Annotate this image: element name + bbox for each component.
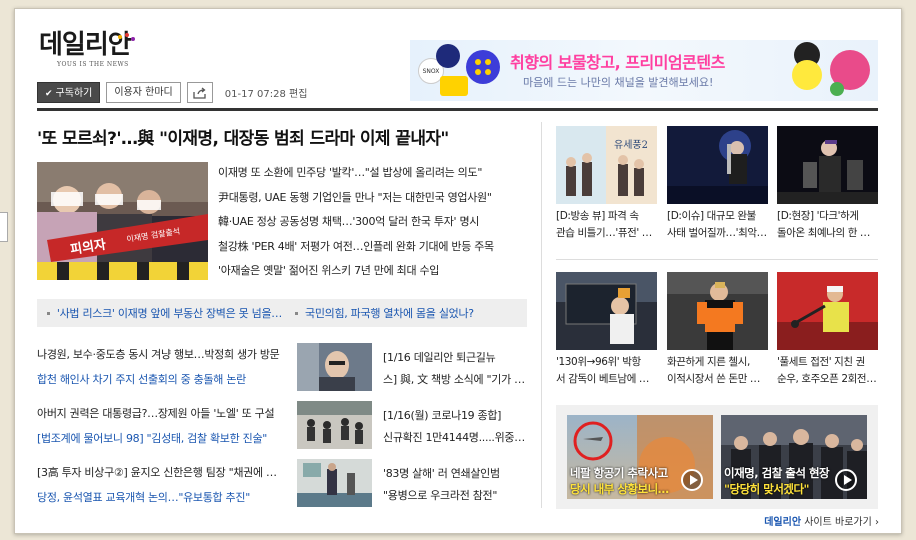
video-item[interactable]: 네팔 항공기 추락사고 당시 내부 상황보니…: [567, 415, 713, 499]
hot-news-bar: '사법 리스크' 이재명 앞에 부동산 장벽은 못 넘을 장벽 국민의힘, 파국…: [37, 299, 527, 327]
card-image: 유세풍2: [556, 126, 657, 204]
side-tab-handle[interactable]: [0, 212, 8, 242]
video-item[interactable]: 이재명, 검찰 출석 현장 "당당히 맞서겠다": [721, 415, 867, 499]
card-caption: [D:방송 뷰] 파격 속 관습 비틀기…'퓨전' 사극: [556, 210, 657, 239]
thumb-news-line: 신규확진 1만4144명.....위중증 감소: [383, 431, 529, 444]
video-news-box: 네팔 항공기 추락사고 당시 내부 상황보니… 이재명, 검찰 출석 현장 "당당히…: [556, 405, 878, 509]
banner-logo-carrot-icon: [792, 60, 822, 90]
news-list-item[interactable]: 아버지 권력은 대통령급?…장제원 아들 '노엘' 또 구설: [37, 405, 282, 421]
datetime-text: 01-17 07:28: [224, 89, 286, 100]
lead-news-item[interactable]: '아재술은 옛말' 젊어진 위스키 7년 만에 최대 수입: [218, 259, 528, 284]
ad-banner[interactable]: SNOX 취향의 보물창고, 프리미엄콘텐츠 마음에 드는 나만의 채널을 발견…: [410, 40, 878, 101]
play-icon[interactable]: [835, 469, 857, 491]
hot-news-text: '사법 리스크' 이재명 앞에 부동산 장벽은 못 넘을 장벽: [56, 307, 285, 320]
card-image: [667, 272, 768, 350]
news-list-item[interactable]: 합천 해인사 차기 주지 선출회의 중 충돌해 논란: [37, 371, 282, 387]
banner-logo-grid-icon: [466, 50, 500, 84]
entertainment-card[interactable]: [D:현장] '다크'하게 돌아온 최예나의 한 마디: [777, 126, 878, 242]
lead-news-item[interactable]: 이재명 또 소환에 민주당 '발칵'…"설 밥상에 올리려는 의도": [218, 161, 528, 186]
sports-card[interactable]: '풀세트 접전' 지친 권 순우, 호주오픈 2회전 진출: [777, 272, 878, 388]
footer-link-text: 사이트 바로가기 ›: [804, 517, 879, 528]
page-window: 데일리안 YOUS IS THE NEWS ✔ 구독하기 이용자 한마디 01-1…: [14, 8, 902, 534]
thumb-image[interactable]: [297, 459, 372, 507]
thumb-image[interactable]: [297, 401, 372, 449]
thumb-news-text[interactable]: '83명 살해' 러 연쇄살인범 "용병으로 우크라전 참전": [383, 463, 529, 507]
card-image: [777, 272, 878, 350]
thumb-news-line: [1/16 데일리안 퇴근길뉴: [383, 351, 496, 364]
news-list-item[interactable]: 당정, 윤석열표 교육개혁 논의…"유보통합 추진": [37, 489, 282, 505]
check-icon: ✔: [45, 89, 53, 99]
banner-logo-magazine-icon: [436, 44, 460, 68]
share-button[interactable]: [186, 82, 213, 103]
footer-brand: 데일리안: [764, 517, 802, 528]
thumb-news-line: '83명 살해' 러 연쇄살인범: [383, 467, 500, 480]
sports-card[interactable]: '130위→96위' 박항서 감독이 베트남에 남긴 것: [556, 272, 657, 388]
site-shortcut-link[interactable]: 데일리안 사이트 바로가기 ›: [764, 513, 879, 528]
svg-text:유세풍2: 유세풍2: [614, 139, 648, 151]
subscribe-button[interactable]: ✔ 구독하기: [37, 82, 101, 103]
banner-logo-green-icon: [830, 82, 844, 96]
card-image: [777, 126, 878, 204]
main-headline[interactable]: '또 모르쇠?'…與 "이재명, 대장동 범죄 드라마 이제 끝내자": [37, 124, 449, 149]
subscribe-label: 구독하기: [55, 88, 93, 99]
news-list-item[interactable]: [3高 투자 비상구②] 윤지오 신한은행 팀장 "채권에 주목": [37, 464, 282, 480]
thumb-image[interactable]: [297, 343, 372, 391]
card-caption: 화끈하게 지른 첼시, 이적시장서 쓴 돈만 얼마?: [667, 356, 768, 385]
card-caption: '130위→96위' 박항서 감독이 베트남에 남긴 것: [556, 356, 657, 385]
update-time: 01-17 07:28 편집: [225, 85, 308, 100]
play-icon[interactable]: [681, 469, 703, 491]
banner-title: 취향의 보물창고, 프리미엄콘텐츠: [510, 53, 725, 72]
sports-card[interactable]: 화끈하게 지른 첼시, 이적시장서 쓴 돈만 얼마?: [667, 272, 768, 388]
thumb-news-line: 스] 與, 文 책방 소식에 "기가 찬다": [383, 373, 529, 386]
news-list-item[interactable]: 나경원, 보수·중도층 동시 겨냥 행보…박정희 생가 방문: [37, 346, 282, 362]
hot-news-item[interactable]: '사법 리스크' 이재명 앞에 부동산 장벽은 못 넘을 장벽: [37, 305, 285, 321]
logo-tagline: YOUS IS THE NEWS: [57, 61, 129, 68]
bullet-icon: [295, 311, 298, 315]
feedback-button[interactable]: 이용자 한마디: [106, 82, 181, 103]
right-section-divider: [556, 259, 878, 260]
card-caption: '풀세트 접전' 지친 권 순우, 호주오픈 2회전 진출: [777, 356, 878, 385]
card-image: [667, 126, 768, 204]
lead-news-item[interactable]: 철강株 'PER 4배' 저평가 여전…인플레 완화 기대에 반등 주목: [218, 235, 528, 260]
site-logo[interactable]: 데일리안 YOUS IS THE NEWS: [39, 30, 135, 68]
lead-news-item[interactable]: 韓·UAE 정상 공동성명 채택…'300억 달러 한국 투자' 명시: [218, 210, 528, 235]
card-caption: [D:이슈] 대규모 완불사태 벌어질까…'최악의 상황': [667, 210, 768, 239]
bullet-icon: [47, 311, 50, 315]
banner-logo-yellow-icon: [440, 76, 468, 96]
edit-label: 편집: [289, 89, 308, 100]
lead-news-item[interactable]: 尹대통령, UAE 동행 기업인들 만나 "저는 대한민국 영업사원": [218, 186, 528, 211]
thumb-news-line: [1/16(월) 코로나19 종합]: [383, 409, 502, 422]
entertainment-card[interactable]: 유세풍2 [D:방송 뷰] 파격 속 관습 비틀기…'퓨전' 사극: [556, 126, 657, 242]
thumb-news-text[interactable]: [1/16(월) 코로나19 종합] 신규확진 1만4144명.....위중증 …: [383, 405, 529, 449]
lead-news-image[interactable]: 피의자 이재명 검찰출석: [37, 162, 208, 280]
card-image: [556, 272, 657, 350]
hot-news-text: 국민의힘, 파국행 열차에 몸을 실었나?: [305, 307, 474, 320]
share-icon: [193, 86, 206, 99]
card-caption: [D:현장] '다크'하게 돌아온 최예나의 한 마디: [777, 210, 878, 239]
news-list-item[interactable]: [법조계에 물어보니 98] "김성태, 검찰 확보한 진술": [37, 430, 282, 446]
header-toolbar: ✔ 구독하기 이용자 한마디 01-17 07:28 편집: [37, 82, 307, 103]
lead-news-list: 이재명 또 소환에 민주당 '발칵'…"설 밥상에 올리려는 의도" 尹대통령,…: [218, 161, 528, 284]
thumb-news-line: "용병으로 우크라전 참전": [383, 489, 498, 502]
header-divider: [37, 108, 878, 111]
logo-text: 데일리안: [39, 30, 132, 60]
thumb-news-text[interactable]: [1/16 데일리안 퇴근길뉴 스] 與, 文 책방 소식에 "기가 찬다": [383, 347, 529, 391]
column-divider: [541, 122, 542, 508]
banner-subtitle: 마음에 드는 나만의 채널을 발견해보세요!: [523, 76, 714, 89]
entertainment-card[interactable]: [D:이슈] 대규모 완불사태 벌어질까…'최악의 상황': [667, 126, 768, 242]
hot-news-item[interactable]: 국민의힘, 파국행 열차에 몸을 실었나?: [285, 305, 525, 321]
